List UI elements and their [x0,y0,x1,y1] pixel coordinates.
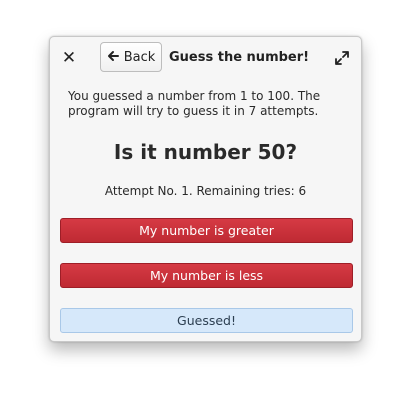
guess-dialog: ✕ Back Guess the number! You guessed a n… [49,36,362,342]
close-icon[interactable]: ✕ [61,49,77,67]
titlebar: ✕ Back Guess the number! [50,37,361,79]
window-title: Guess the number! [169,50,310,65]
less-button[interactable]: My number is less [60,263,353,288]
expand-icon[interactable] [334,50,350,66]
back-button-label: Back [123,49,156,65]
guessed-button-label: Guessed! [177,313,236,328]
attempt-status: Attempt No. 1. Remaining tries: 6 [104,184,307,198]
arrow-left-icon [107,50,119,65]
instructions-text: You guessed a number from 1 to 100. The … [68,89,321,118]
greater-button-label: My number is greater [139,223,274,238]
back-button[interactable]: Back [100,42,162,72]
less-button-label: My number is less [149,268,264,283]
question-heading: Is it number 50? [113,140,298,164]
guessed-button[interactable]: Guessed! [60,308,353,333]
greater-button[interactable]: My number is greater [60,218,353,243]
